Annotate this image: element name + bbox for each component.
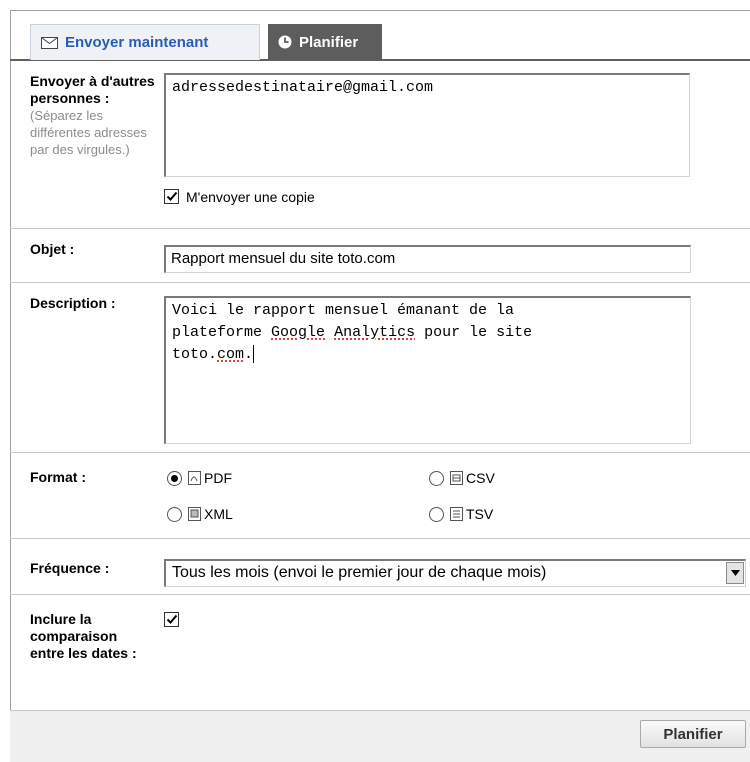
recipients-row: Envoyer à d'autres personnes : (Séparez … [10,63,750,229]
tab-bar: Envoyer maintenant Planifier [10,11,750,61]
subject-row: Objet : Rapport mensuel du site toto.com [10,230,750,283]
subject-label: Objet : [30,241,75,257]
description-word-analytics: Analytics [334,324,416,341]
description-line: plateforme Google Analytics pour le site [172,322,684,344]
send-copy-label: M'envoyer une copie [186,189,315,205]
compare-dates-label: Inclure la comparaison entre les dates : [30,611,137,661]
subject-value: Rapport mensuel du site toto.com [171,250,396,267]
recipients-textarea[interactable]: adressedestinataire@gmail.com [164,73,690,177]
frequency-row: Fréquence : Tous les mois (envoi le prem… [10,540,750,595]
recipients-label: Envoyer à d'autres personnes : (Séparez … [30,73,155,158]
frequency-select[interactable]: Tous les mois (envoi le premier jour de … [164,559,746,587]
format-option-pdf[interactable]: PDF [167,470,232,486]
frequency-value: Tous les mois (envoi le premier jour de … [172,564,547,581]
schedule-button[interactable]: Planifier [640,720,746,748]
csv-file-icon [450,471,463,485]
dialog-footer: Planifier [10,710,750,762]
recipients-label-text: Envoyer à d'autres personnes : [30,73,155,106]
format-option-label: CSV [466,470,495,486]
tsv-file-icon [450,507,463,521]
description-textarea[interactable]: Voici le rapport mensuel émanant de la pl… [164,296,691,444]
compare-dates-checkbox[interactable] [164,612,179,627]
format-option-label: TSV [466,506,494,522]
checkmark-icon [166,614,177,624]
tab-schedule-label: Planifier [299,33,359,51]
description-text: pour le site [415,324,533,341]
tab-send-now[interactable]: Envoyer maintenant [30,24,260,60]
envelope-icon [41,36,58,49]
description-text [325,324,334,341]
clock-icon [278,35,292,49]
description-row: Description : Voici le rapport mensuel é… [10,284,750,453]
format-option-label: PDF [204,470,232,486]
dropdown-arrow-icon[interactable] [726,562,744,584]
tab-schedule[interactable]: Planifier [268,24,382,60]
radio-button[interactable] [429,506,444,522]
format-row: Format : PDF CSV XML TSV [10,454,750,539]
send-copy-checkbox[interactable] [164,189,179,204]
tab-send-now-label: Envoyer maintenant [65,34,209,51]
radio-button[interactable] [429,470,444,486]
description-line: Voici le rapport mensuel émanant de la [172,302,515,319]
format-label: Format : [30,469,86,485]
subject-input[interactable]: Rapport mensuel du site toto.com [164,245,691,273]
description-text: plateforme [172,324,272,341]
format-option-label: XML [204,506,233,522]
text-cursor [253,345,255,364]
format-option-xml[interactable]: XML [167,506,233,522]
description-label: Description : [30,295,116,311]
description-word-com: com [217,346,245,363]
checkmark-icon [166,191,177,201]
frequency-label: Fréquence : [30,560,110,576]
recipients-hint: (Séparez les différentes adresses par de… [30,108,147,157]
format-option-tsv[interactable]: TSV [429,506,493,522]
description-text: . [244,346,254,363]
pdf-file-icon [188,471,201,485]
xml-file-icon [188,507,201,521]
description-word-google: Google [271,324,326,341]
format-option-csv[interactable]: CSV [429,470,495,486]
recipients-value: adressedestinataire@gmail.com [172,79,434,96]
description-text: toto. [172,346,218,363]
radio-button[interactable] [167,470,182,486]
description-line: toto.com. [172,344,684,366]
compare-dates-row: Inclure la comparaison entre les dates : [10,596,750,710]
radio-button[interactable] [167,506,182,522]
